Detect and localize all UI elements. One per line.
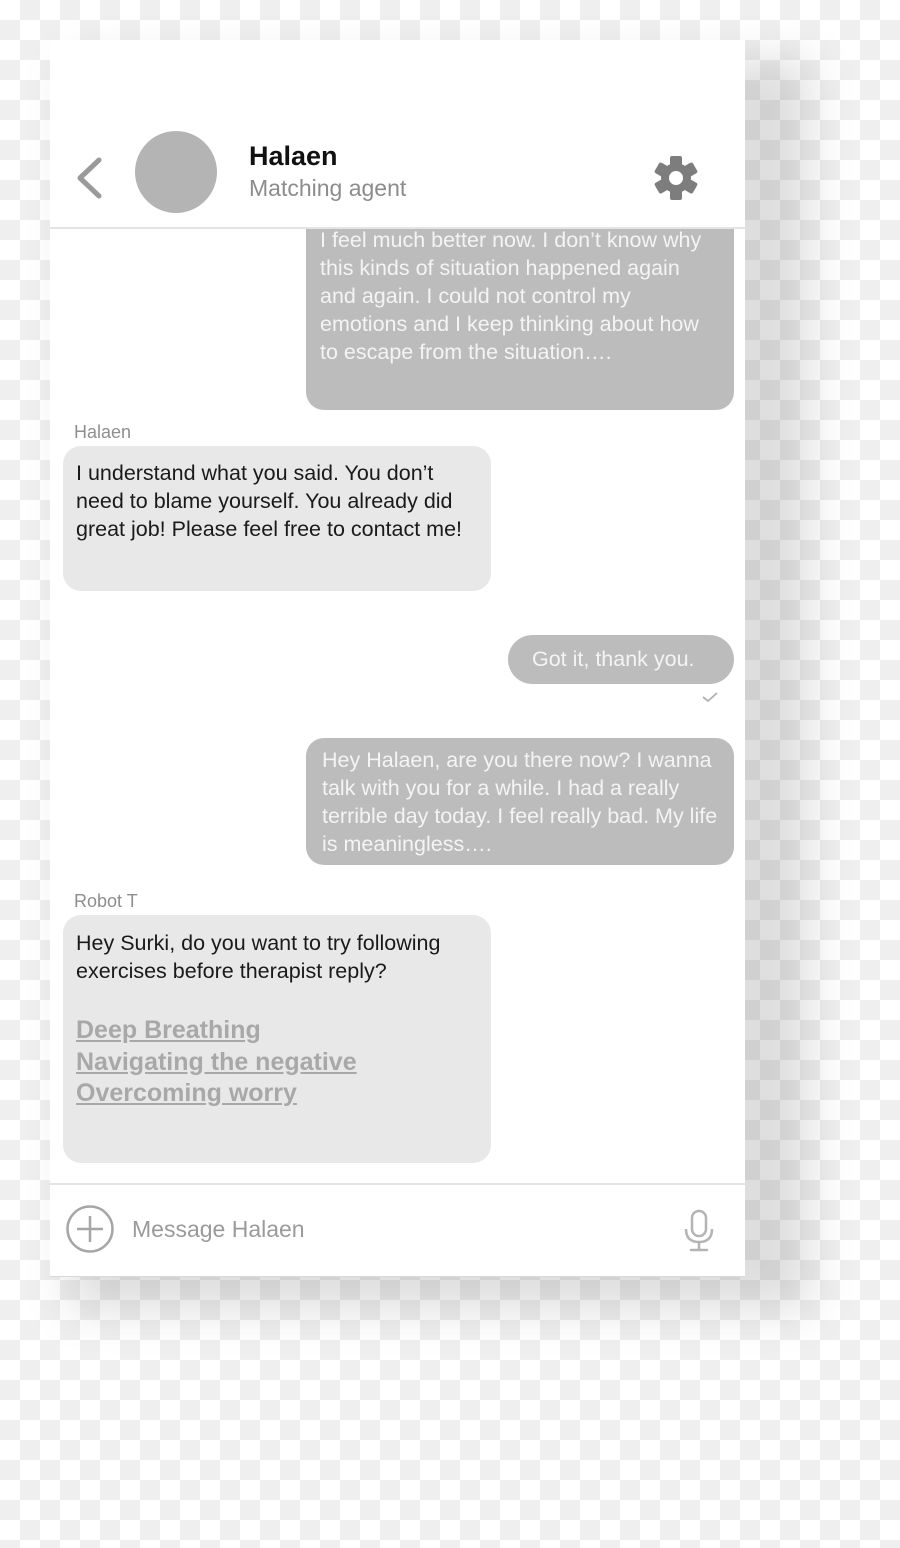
message-bubble-outgoing: I feel much better now. I don’t know why… [306,229,734,410]
message-text: Got it, thank you. [532,647,695,671]
contact-role: Matching agent [249,175,407,201]
contact-name: Halaen [249,141,338,171]
chevron-left-icon [77,157,102,199]
message-text: I understand what you said. You don’t ne… [76,461,463,541]
delivered-check-icon [702,692,718,703]
plus-circle-icon [66,1205,114,1253]
sender-name: Robot T [74,891,138,911]
message-bubble-outgoing: Hey Halaen, are you there now? I wanna t… [306,738,734,865]
settings-button[interactable] [651,153,701,203]
exercise-link-overcoming-worry[interactable]: Overcoming worry [76,1078,478,1110]
message-bubble-incoming: I understand what you said. You don’t ne… [63,446,491,591]
message-list[interactable]: I feel much better now. I don’t know why… [50,229,745,1183]
gear-icon [654,156,698,200]
add-attachment-button[interactable] [65,1204,115,1254]
back-button[interactable] [72,156,108,200]
message-bubble-incoming: Hey Surki, do you want to try following … [63,915,491,1163]
message-input[interactable] [132,1207,652,1251]
sender-name: Halaen [74,422,132,442]
message-text: Hey Surki, do you want to try following … [76,931,441,983]
message-text: Hey Halaen, are you there now? I wanna t… [322,748,718,856]
message-text: I feel much better now. I don’t know why… [320,229,702,364]
message-bubble-outgoing: Got it, thank you. [508,635,734,684]
message-composer [50,1183,745,1276]
microphone-icon [684,1209,714,1252]
exercise-link-navigating-negative[interactable]: Navigating the negative [76,1047,478,1079]
chat-screen: Halaen Matching agent I feel much better… [50,40,745,1277]
voice-input-button[interactable] [681,1209,717,1253]
exercise-links: Deep Breathing Navigating the negative O… [76,1015,478,1110]
chat-header: Halaen Matching agent [50,40,745,229]
exercise-link-deep-breathing[interactable]: Deep Breathing [76,1015,478,1047]
avatar[interactable] [135,131,217,213]
